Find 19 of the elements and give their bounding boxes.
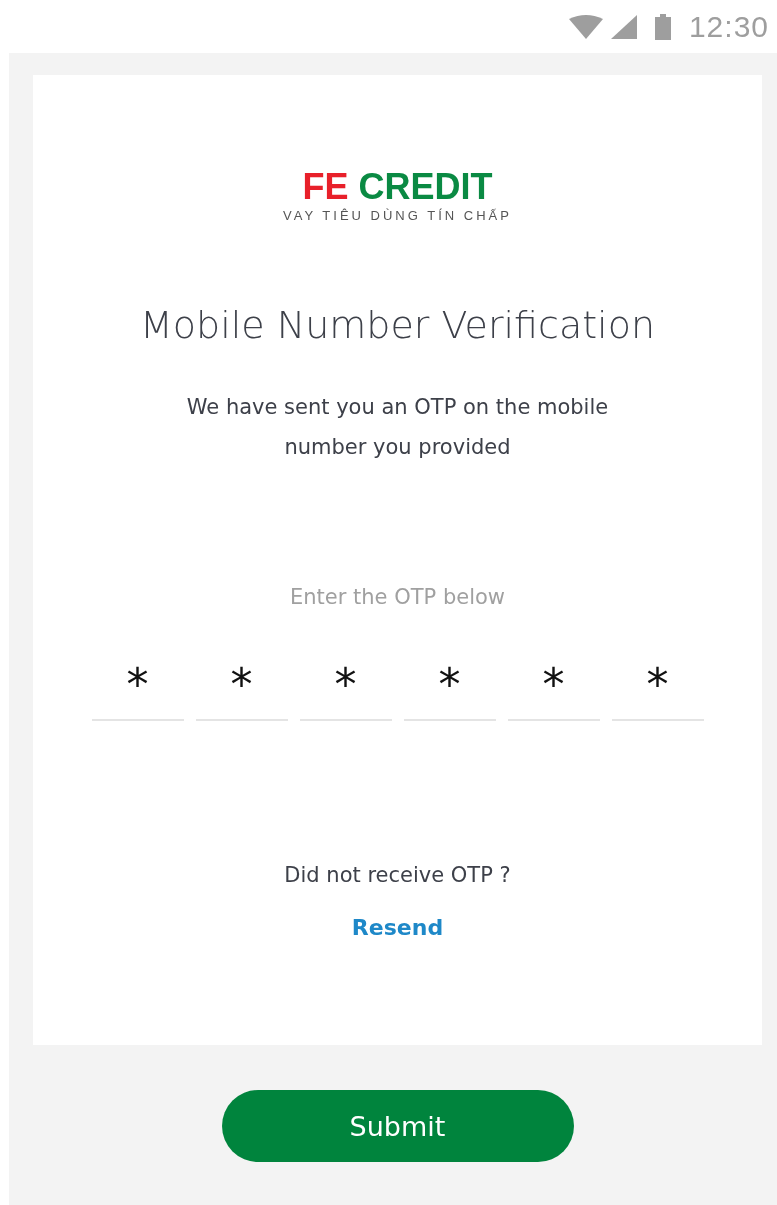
otp-digit-field[interactable]: *: [91, 649, 184, 721]
otp-digit-field[interactable]: *: [611, 649, 704, 721]
logo-text: CREDIT: [358, 170, 493, 204]
otp-digit-field[interactable]: *: [403, 649, 496, 721]
wifi-icon: [568, 14, 603, 39]
otp-label: Enter the OTP below: [290, 585, 505, 609]
logo-tagline: VAY TIÊU DÙNG TÍN CHẤP: [283, 208, 512, 223]
logo-text: FE: [302, 170, 349, 204]
status-time: 12:30: [688, 9, 769, 44]
otp-digit-field[interactable]: *: [195, 649, 288, 721]
otp-digit-field[interactable]: *: [299, 649, 392, 721]
resend-link[interactable]: Resend: [351, 915, 444, 940]
signal-icon: [610, 14, 637, 39]
resend-prompt: Did not receive OTP ?: [284, 863, 511, 887]
battery-icon: [654, 13, 671, 40]
otp-digit-field[interactable]: *: [507, 649, 600, 721]
message-text: We have sent you an OTP on the mobile number you provided: [185, 394, 610, 461]
submit-button[interactable]: Submit: [221, 1090, 574, 1162]
page-title: Mobile Number Verification: [140, 303, 655, 347]
